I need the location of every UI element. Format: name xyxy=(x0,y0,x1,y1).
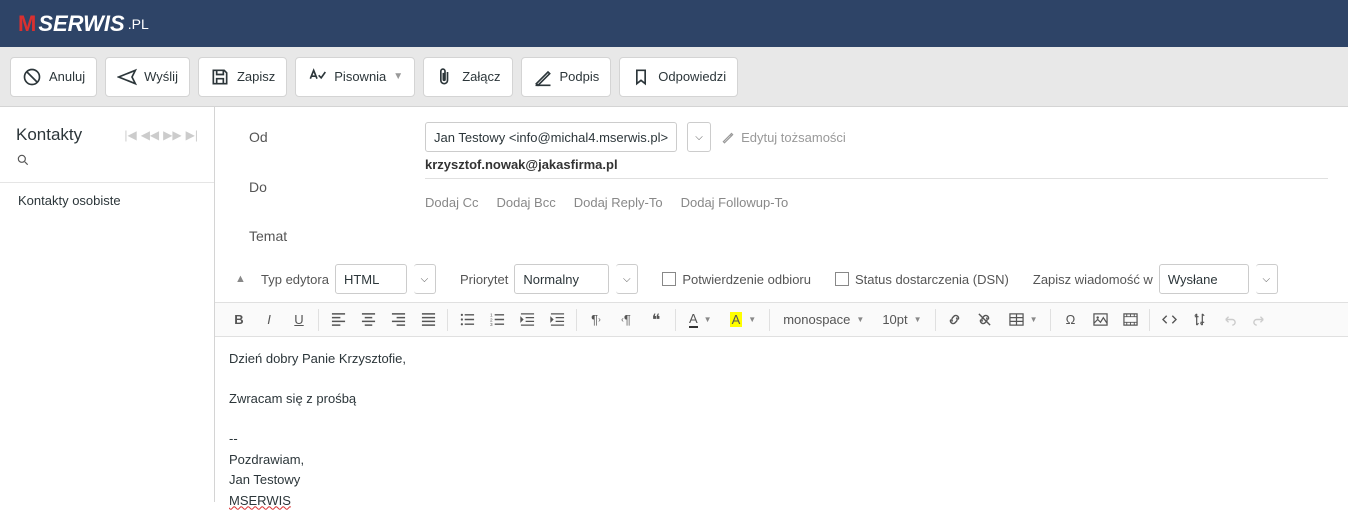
priority-label: Priorytet xyxy=(460,272,508,287)
save-button[interactable]: Zapisz xyxy=(198,57,287,97)
align-justify-button[interactable] xyxy=(414,306,442,334)
text-color-button[interactable]: A▼ xyxy=(681,306,720,334)
page-prev-icon[interactable]: ◀◀ xyxy=(141,128,159,142)
bullet-list-button[interactable] xyxy=(453,306,481,334)
main-area: Kontakty |◀ ◀◀ ▶▶ ▶| Kontakty osobiste O… xyxy=(0,107,1348,502)
find-replace-button[interactable] xyxy=(1185,306,1213,334)
ltr-button[interactable]: ¶› xyxy=(582,306,610,334)
redo-button[interactable] xyxy=(1245,306,1273,334)
italic-button[interactable]: I xyxy=(255,306,283,334)
add-followupto-link[interactable]: Dodaj Followup-To xyxy=(681,195,789,210)
contacts-sidebar: Kontakty |◀ ◀◀ ▶▶ ▶| Kontakty osobiste xyxy=(0,107,215,502)
spell-button[interactable]: Pisownia ▼ xyxy=(295,57,415,97)
to-label: Do xyxy=(235,179,425,195)
image-button[interactable] xyxy=(1086,306,1114,334)
undo-button[interactable] xyxy=(1215,306,1243,334)
sidebar-pager: |◀ ◀◀ ▶▶ ▶| xyxy=(124,128,198,142)
special-char-button[interactable]: Ω xyxy=(1056,306,1084,334)
collapse-options-icon[interactable]: ▲ xyxy=(235,273,255,285)
attach-button[interactable]: Załącz xyxy=(423,57,512,97)
editor-type-select[interactable]: HTML xyxy=(335,264,407,294)
message-body[interactable]: Dzień dobry Panie Krzysztofie, Zwracam s… xyxy=(215,337,1348,523)
priority-select[interactable]: Normalny xyxy=(514,264,609,294)
rich-text-toolbar: B I U 123 ¶› ‹¶ ❝ A▼ A▼ monospace▼ 10pt▼ xyxy=(215,303,1348,337)
source-button[interactable] xyxy=(1155,306,1183,334)
align-center-button[interactable] xyxy=(354,306,382,334)
bg-color-button[interactable]: A▼ xyxy=(722,306,765,334)
underline-button[interactable]: U xyxy=(285,306,313,334)
compose-area: Od Jan Testowy <info@michal4.mserwis.pl>… xyxy=(215,107,1348,502)
priority-dropdown[interactable]: ⌵ xyxy=(616,264,638,294)
sidebar-title: Kontakty xyxy=(16,125,82,145)
sidebar-search[interactable] xyxy=(0,153,214,182)
sidebar-item-personal[interactable]: Kontakty osobiste xyxy=(0,182,214,218)
from-select[interactable]: Jan Testowy <info@michal4.mserwis.pl> xyxy=(425,122,677,152)
add-cc-link[interactable]: Dodaj Cc xyxy=(425,195,478,210)
rtl-button[interactable]: ‹¶ xyxy=(612,306,640,334)
editor-type-dropdown[interactable]: ⌵ xyxy=(414,264,436,294)
responses-button[interactable]: Odpowiedzi xyxy=(619,57,738,97)
align-right-button[interactable] xyxy=(384,306,412,334)
chevron-down-icon: ▼ xyxy=(393,71,403,82)
font-size-select[interactable]: 10pt▼ xyxy=(874,306,929,334)
svg-text:3: 3 xyxy=(490,322,493,327)
blockquote-button[interactable]: ❝ xyxy=(642,306,670,334)
editor-type-label: Typ edytora xyxy=(261,272,329,287)
logo: MSERWIS.PL xyxy=(18,11,149,37)
from-dropdown[interactable]: ⌵ xyxy=(687,122,711,152)
table-button[interactable]: ▼ xyxy=(1001,306,1046,334)
receipt-checkbox[interactable]: Potwierdzenie odbioru xyxy=(662,272,811,287)
edit-identity-link[interactable]: Edytuj tożsamości xyxy=(721,130,846,145)
to-field[interactable]: krzysztof.nowak@jakasfirma.pl xyxy=(425,157,1328,179)
add-bcc-link[interactable]: Dodaj Bcc xyxy=(496,195,555,210)
main-toolbar: Anuluj Wyślij Zapisz Pisownia ▼ Załącz P… xyxy=(0,47,1348,107)
app-header: MSERWIS.PL xyxy=(0,0,1348,47)
save-in-label: Zapisz wiadomość w xyxy=(1033,272,1153,287)
spellcheck-icon xyxy=(307,67,327,87)
unlink-button[interactable] xyxy=(971,306,999,334)
send-button[interactable]: Wyślij xyxy=(105,57,190,97)
save-in-select[interactable]: Wysłane xyxy=(1159,264,1249,294)
paperclip-icon xyxy=(435,67,455,87)
page-last-icon[interactable]: ▶| xyxy=(186,128,198,142)
compose-options: ▲ Typ edytora HTML ⌵ Priorytet Normalny … xyxy=(215,256,1348,303)
bookmark-icon xyxy=(631,67,651,87)
number-list-button[interactable]: 123 xyxy=(483,306,511,334)
outdent-button[interactable] xyxy=(513,306,541,334)
from-label: Od xyxy=(235,129,425,145)
align-left-button[interactable] xyxy=(324,306,352,334)
cancel-button[interactable]: Anuluj xyxy=(10,57,97,97)
page-next-icon[interactable]: ▶▶ xyxy=(163,128,181,142)
link-button[interactable] xyxy=(941,306,969,334)
font-family-select[interactable]: monospace▼ xyxy=(775,306,872,334)
save-icon xyxy=(210,67,230,87)
signature-button[interactable]: Podpis xyxy=(521,57,612,97)
signature-icon xyxy=(533,67,553,87)
subject-input[interactable] xyxy=(425,229,1328,244)
send-icon xyxy=(117,67,137,87)
bold-button[interactable]: B xyxy=(225,306,253,334)
subject-label: Temat xyxy=(235,228,425,244)
ban-icon xyxy=(22,67,42,87)
indent-button[interactable] xyxy=(543,306,571,334)
add-replyto-link[interactable]: Dodaj Reply-To xyxy=(574,195,663,210)
search-icon xyxy=(16,153,30,167)
pencil-icon xyxy=(721,130,735,144)
page-first-icon[interactable]: |◀ xyxy=(124,128,136,142)
media-button[interactable] xyxy=(1116,306,1144,334)
save-in-dropdown[interactable]: ⌵ xyxy=(1256,264,1278,294)
dsn-checkbox[interactable]: Status dostarczenia (DSN) xyxy=(835,272,1009,287)
